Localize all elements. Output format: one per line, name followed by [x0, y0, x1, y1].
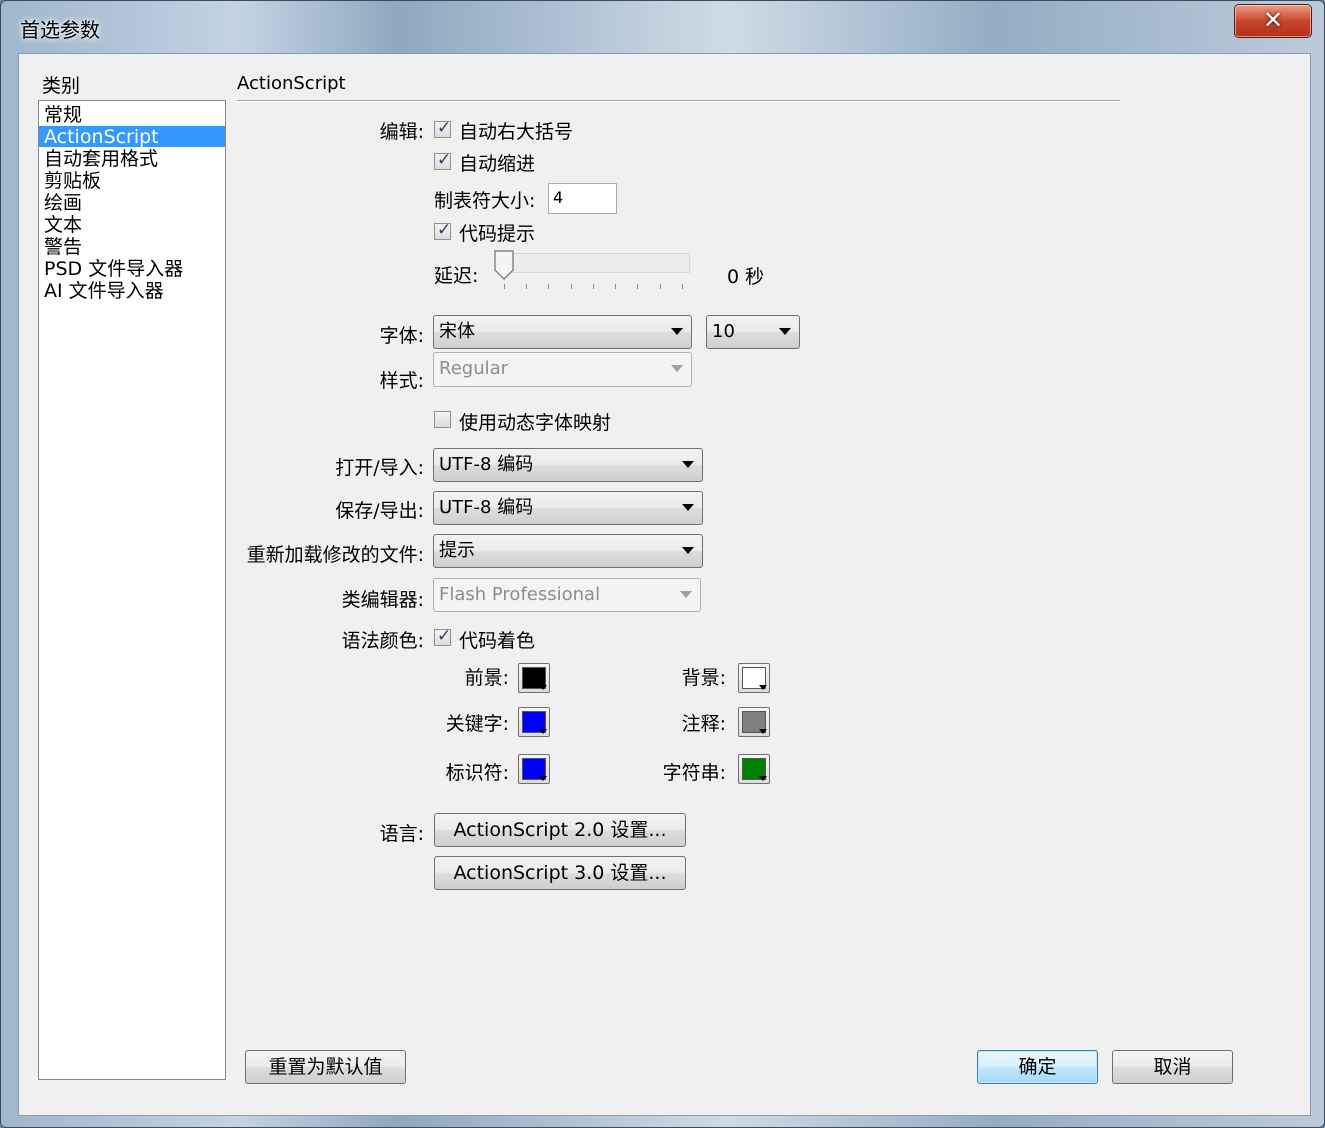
font-style-select[interactable]: Regular	[433, 352, 692, 387]
background-color-swatch[interactable]	[738, 663, 770, 693]
syntax-colors-label: 语法颜色:	[341, 630, 424, 652]
checkmark-icon: ✓	[437, 626, 452, 646]
category-list[interactable]: 常规 ActionScript 自动套用格式 剪贴板 绘画 文本 警告 PSD …	[38, 100, 226, 1080]
style-label: 样式:	[379, 370, 424, 392]
close-icon: ✕	[1262, 6, 1284, 34]
class-editor-label: 类编辑器:	[341, 589, 424, 611]
auto-brace-label: 自动右大括号	[459, 121, 574, 143]
language-label: 语言:	[379, 823, 424, 845]
delay-value: 0 秒	[727, 266, 765, 288]
foreground-color-swatch[interactable]	[518, 663, 550, 693]
open-import-label: 打开/导入:	[335, 457, 424, 479]
auto-indent-label: 自动缩进	[459, 153, 536, 175]
class-editor-value: Flash Professional	[439, 584, 601, 605]
section-title: ActionScript	[237, 73, 346, 94]
window-title: 首选参数	[20, 18, 100, 42]
category-item-ai-importer[interactable]: AI 文件导入器	[39, 280, 225, 302]
chevron-down-icon	[671, 328, 683, 335]
category-item-text[interactable]: 文本	[39, 214, 225, 236]
save-export-label: 保存/导出:	[335, 500, 424, 522]
tab-size-input[interactable]: 4	[548, 183, 617, 214]
chevron-down-icon	[671, 365, 683, 372]
font-family-value: 宋体	[439, 321, 475, 342]
category-item-psd-importer[interactable]: PSD 文件导入器	[39, 258, 225, 280]
category-item-drawing[interactable]: 绘画	[39, 192, 225, 214]
chevron-down-icon	[682, 504, 694, 511]
font-size-value: 10	[712, 321, 735, 342]
reset-defaults-button[interactable]: 重置为默认值	[245, 1050, 406, 1084]
code-coloring-checkbox[interactable]: ✓	[434, 626, 452, 646]
open-import-value: UTF-8 编码	[439, 454, 534, 475]
checkmark-icon: ✓	[437, 150, 452, 170]
identifiers-label: 标识符:	[445, 762, 509, 784]
code-hints-checkbox[interactable]: ✓	[434, 220, 452, 240]
foreground-label: 前景:	[464, 667, 509, 689]
reload-modified-value: 提示	[439, 540, 475, 561]
auto-brace-checkbox[interactable]: ✓	[434, 118, 452, 138]
code-hints-label: 代码提示	[459, 223, 536, 245]
font-size-select[interactable]: 10	[706, 315, 800, 349]
tab-size-label: 制表符大小:	[434, 190, 536, 212]
font-style-value: Regular	[439, 358, 509, 379]
reload-modified-label: 重新加载修改的文件:	[246, 544, 424, 566]
title-bar[interactable]: 首选参数 ✕	[0, 0, 1325, 52]
delay-label: 延迟:	[434, 265, 479, 287]
category-item-warnings[interactable]: 警告	[39, 236, 225, 258]
auto-indent-checkbox[interactable]: ✓	[434, 150, 452, 170]
category-item-actionscript[interactable]: ActionScript	[39, 126, 225, 148]
section-divider	[237, 100, 1120, 102]
category-label: 类别	[42, 75, 81, 97]
comments-color-swatch[interactable]	[738, 707, 770, 737]
identifiers-color-swatch[interactable]	[518, 754, 550, 784]
category-item-auto-format[interactable]: 自动套用格式	[39, 148, 225, 170]
chevron-down-icon	[680, 591, 692, 598]
chevron-down-icon	[682, 547, 694, 554]
checkmark-icon: ✓	[437, 118, 452, 138]
delay-slider-track[interactable]	[500, 253, 690, 273]
open-import-select[interactable]: UTF-8 编码	[433, 448, 703, 482]
dynamic-font-mapping-checkbox[interactable]	[434, 411, 451, 428]
editing-label: 编辑:	[379, 121, 424, 143]
category-item-general[interactable]: 常规	[39, 104, 225, 126]
as2-settings-button[interactable]: ActionScript 2.0 设置...	[434, 813, 686, 847]
font-family-select[interactable]: 宋体	[433, 315, 692, 349]
checkmark-icon: ✓	[437, 220, 452, 240]
close-button[interactable]: ✕	[1234, 4, 1312, 38]
keywords-color-swatch[interactable]	[518, 707, 550, 737]
delay-slider-thumb[interactable]	[494, 250, 514, 280]
chevron-down-icon	[682, 461, 694, 468]
code-coloring-label: 代码着色	[459, 630, 536, 652]
ok-button[interactable]: 确定	[977, 1050, 1098, 1084]
background-label: 背景:	[681, 667, 726, 689]
cancel-button[interactable]: 取消	[1112, 1050, 1233, 1084]
dynamic-font-mapping-label: 使用动态字体映射	[459, 412, 612, 434]
keywords-label: 关键字:	[445, 713, 509, 735]
save-export-select[interactable]: UTF-8 编码	[433, 491, 703, 525]
category-item-clipboard[interactable]: 剪贴板	[39, 170, 225, 192]
as3-settings-button[interactable]: ActionScript 3.0 设置...	[434, 856, 686, 890]
save-export-value: UTF-8 编码	[439, 497, 534, 518]
font-label: 字体:	[379, 325, 424, 347]
strings-color-swatch[interactable]	[738, 754, 770, 784]
strings-label: 字符串:	[662, 762, 726, 784]
comments-label: 注释:	[681, 713, 726, 735]
class-editor-select[interactable]: Flash Professional	[433, 578, 701, 612]
reload-modified-select[interactable]: 提示	[433, 534, 703, 568]
chevron-down-icon	[779, 328, 791, 335]
